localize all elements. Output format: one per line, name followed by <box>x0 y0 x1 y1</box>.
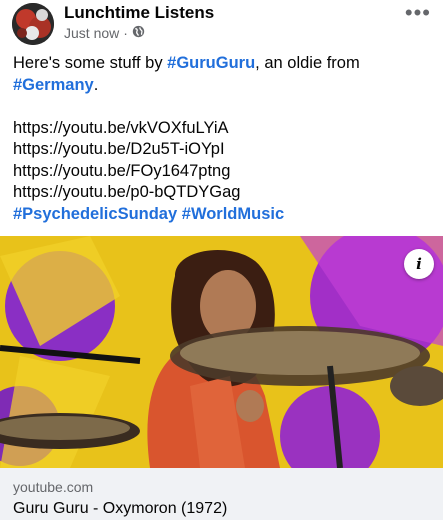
youtube-link-4[interactable]: https://youtu.be/p0-bQTDYGag <box>13 182 433 204</box>
intro-text-middle: , an oldie from <box>255 54 360 72</box>
link-title[interactable]: Guru Guru - Oxymoron (1972) <box>13 500 227 518</box>
hashtag-guruguru-link[interactable]: #GuruGuru <box>167 54 255 72</box>
more-options-button[interactable]: ••• <box>405 0 431 26</box>
post-intro: Here's some stuff by #GuruGuru, an oldie… <box>13 53 433 96</box>
page-avatar[interactable] <box>12 3 54 45</box>
post-header: Lunchtime Listens Just now · ••• <box>0 0 443 48</box>
hashtag-worldmusic-link[interactable]: #WorldMusic <box>182 205 284 223</box>
info-icon[interactable]: i <box>404 249 434 279</box>
post-meta: Just now · <box>64 25 145 41</box>
intro-text-start: Here's some stuff by <box>13 54 168 72</box>
video-thumbnail[interactable]: i <box>0 236 443 468</box>
meta-separator: · <box>123 25 128 41</box>
globe-icon <box>132 25 145 41</box>
page-name[interactable]: Lunchtime Listens <box>64 3 214 23</box>
post-body: Here's some stuff by #GuruGuru, an oldie… <box>13 53 433 225</box>
thumbnail-image <box>0 236 443 468</box>
avatar-image <box>12 3 54 45</box>
youtube-link-1[interactable]: https://youtu.be/vkVOXfuLYiA <box>13 118 433 140</box>
link-preview-card[interactable]: youtube.com Guru Guru - Oxymoron (1972) <box>0 468 443 520</box>
hashtag-psychedelicsunday-link[interactable]: #PsychedelicSunday <box>13 205 177 223</box>
youtube-link-2[interactable]: https://youtu.be/D2u5T-iOYpI <box>13 139 433 161</box>
post-timestamp[interactable]: Just now <box>64 25 119 41</box>
hashtag-germany-link[interactable]: #Germany <box>13 76 94 94</box>
link-domain: youtube.com <box>13 479 94 495</box>
intro-text-end: . <box>93 75 99 94</box>
hashtag-line: #PsychedelicSunday #WorldMusic <box>13 204 433 226</box>
youtube-link-3[interactable]: https://youtu.be/FOy1647ptng <box>13 161 433 183</box>
